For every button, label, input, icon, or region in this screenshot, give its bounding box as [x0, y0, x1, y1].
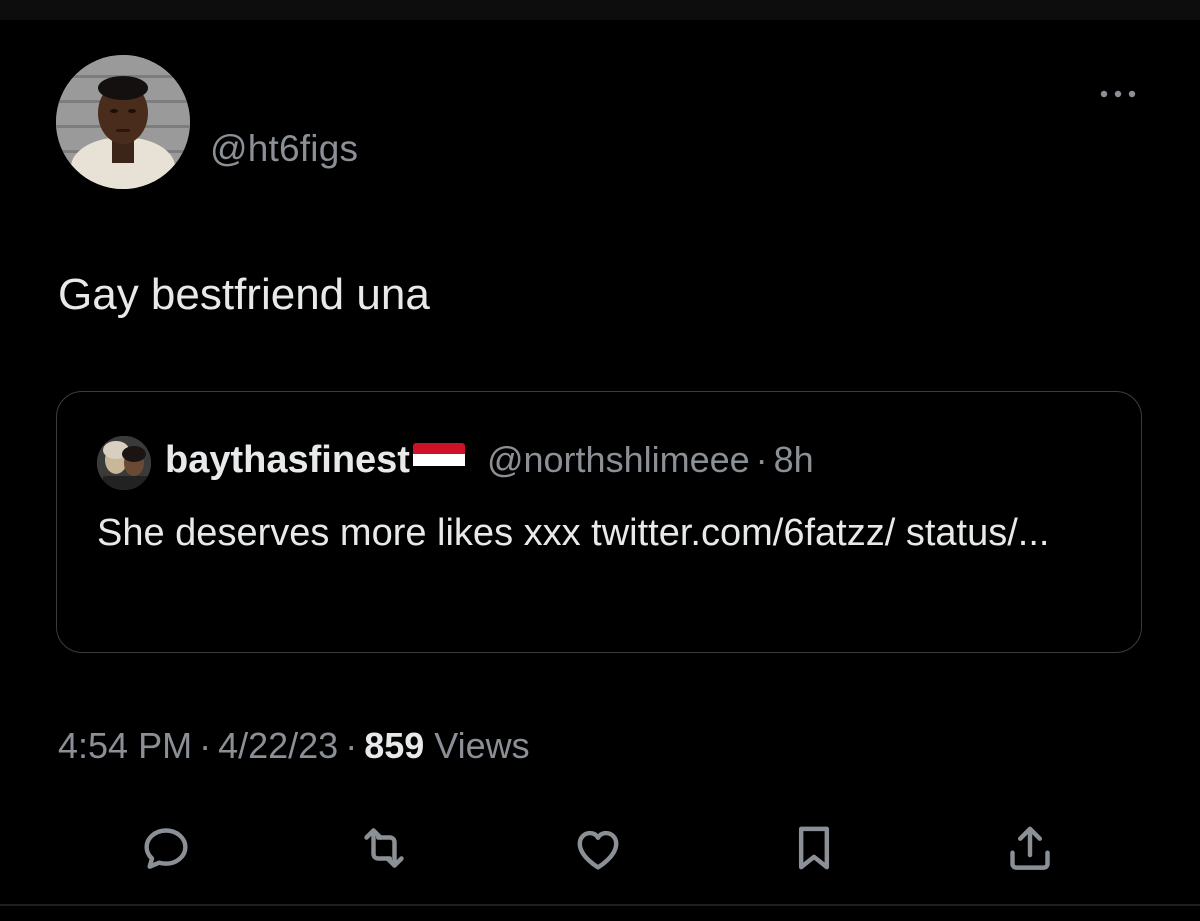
meta-separator-dot: · — [345, 725, 358, 766]
tweet-date[interactable]: 4/22/23 — [218, 725, 338, 766]
quoted-tweet-age[interactable]: 8h — [774, 439, 814, 481]
quoted-tweet-header: baythasfinest @northshlimeee · 8h — [165, 436, 814, 484]
tweet-time[interactable]: 4:54 PM — [58, 725, 192, 766]
more-options-icon[interactable] — [1096, 82, 1140, 106]
bookmark-icon — [798, 826, 830, 870]
quoted-tweet-card[interactable]: baythasfinest @northshlimeee · 8h She de… — [56, 391, 1142, 653]
quoted-handle[interactable]: @northshlimeee — [487, 439, 750, 481]
quoted-display-name[interactable]: baythasfinest — [165, 439, 410, 482]
share-button[interactable] — [1002, 820, 1058, 876]
views-count[interactable]: 859 — [364, 725, 424, 766]
tweet-meta: 4:54 PM · 4/22/23 · 859 Views — [58, 725, 530, 767]
like-button[interactable] — [570, 820, 626, 876]
author-avatar[interactable] — [56, 55, 190, 189]
like-icon — [577, 830, 619, 870]
quoted-author-avatar[interactable] — [97, 436, 151, 490]
retweet-button[interactable] — [356, 820, 412, 876]
views-label: Views — [434, 725, 530, 766]
author-avatar-image — [56, 55, 190, 189]
reply-icon — [144, 828, 188, 869]
author-handle[interactable]: @ht6figs — [210, 128, 358, 170]
bookmark-button[interactable] — [786, 820, 842, 876]
quoted-tweet-text: She deserves more likes xxx twitter.com/… — [97, 512, 1050, 554]
share-icon — [1010, 826, 1050, 870]
bottom-divider — [0, 904, 1200, 906]
yemen-flag-icon — [412, 443, 465, 477]
tweet-text: Gay bestfriend una — [58, 270, 430, 319]
meta-separator-dot: · — [199, 725, 212, 766]
quoted-separator-dot: · — [755, 439, 768, 480]
quoted-author-avatar-image — [97, 436, 151, 490]
reply-button[interactable] — [138, 820, 194, 876]
retweet-icon — [364, 828, 404, 868]
top-strip — [0, 0, 1200, 20]
